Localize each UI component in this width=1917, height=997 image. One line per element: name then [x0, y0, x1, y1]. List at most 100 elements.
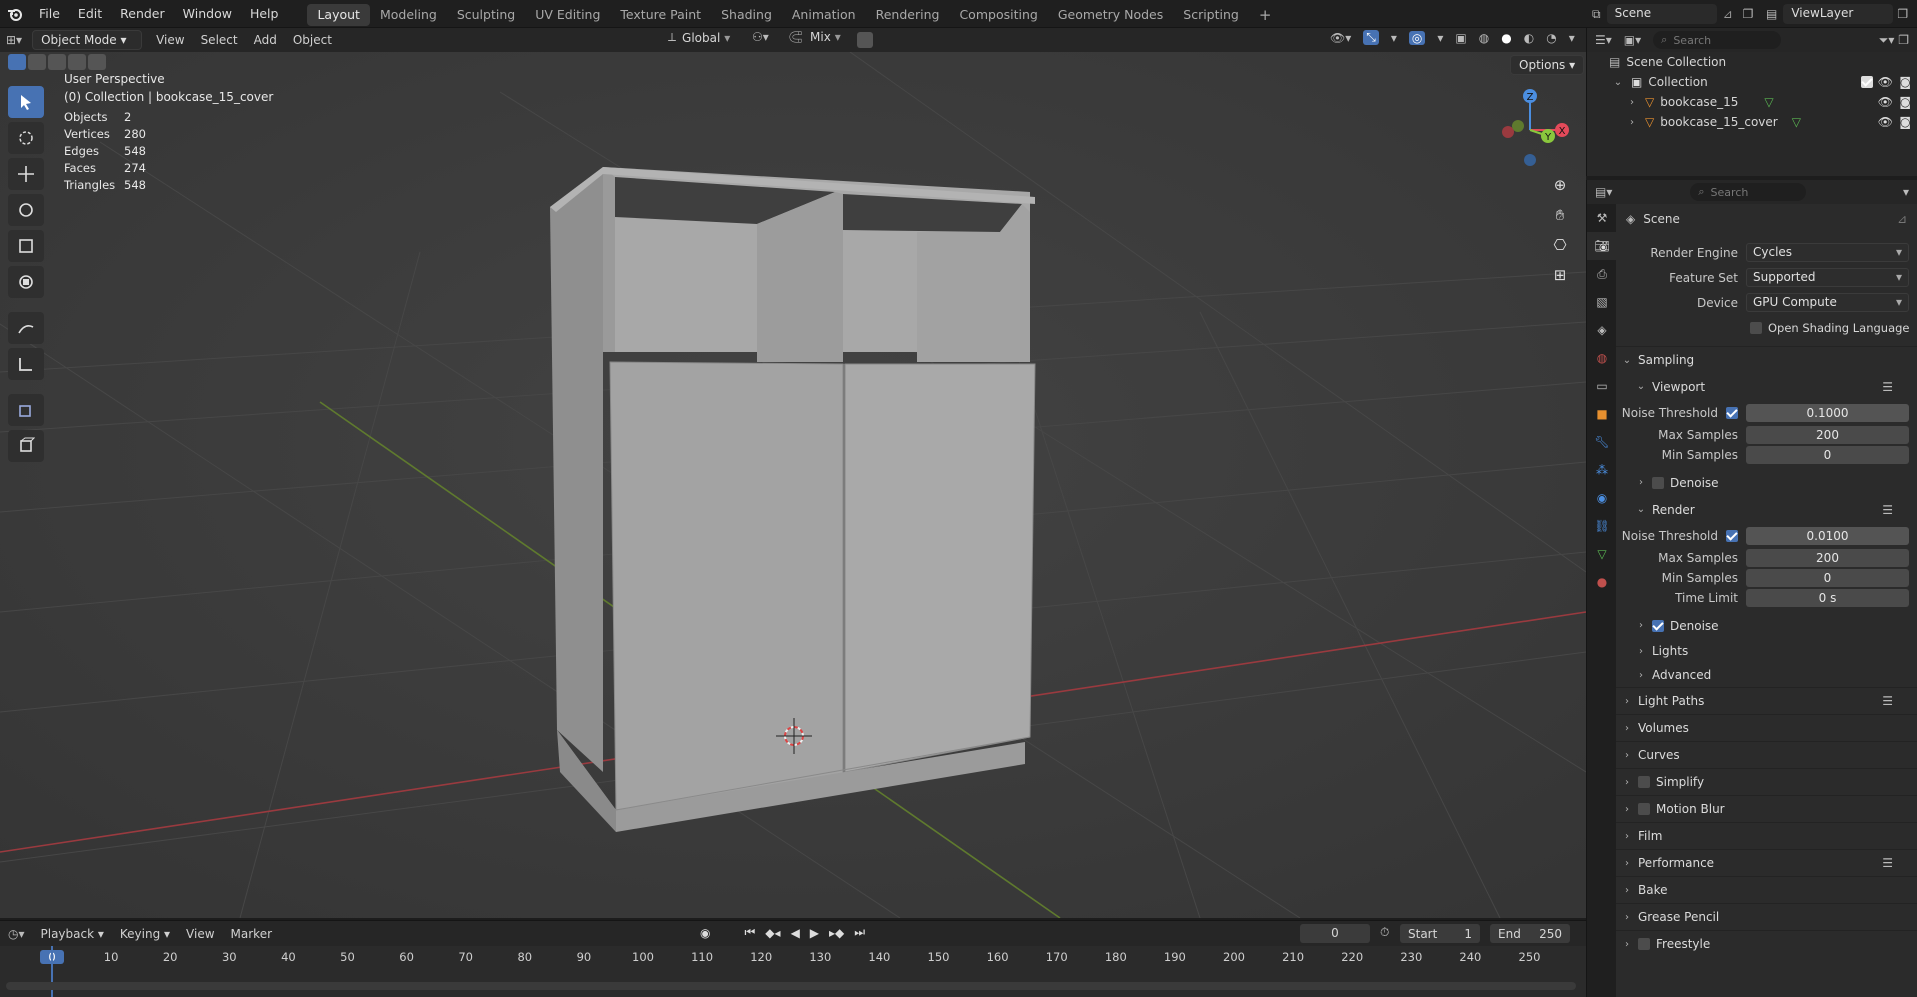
frame-range-icon[interactable]: ⏱ — [1380, 925, 1389, 940]
physics-tab-icon[interactable]: ◉ — [1587, 484, 1617, 512]
world-tab-icon[interactable]: ◍ — [1587, 344, 1617, 372]
freestyle-panel-header[interactable]: › Freestyle — [1616, 930, 1917, 957]
time-limit-field[interactable]: 0 s — [1746, 589, 1909, 607]
render-tab-icon[interactable]: 📷︎ — [1587, 232, 1617, 260]
camera-view-icon[interactable]: ⎔ — [1545, 230, 1575, 260]
expand-chevron-icon[interactable]: › — [1625, 97, 1639, 108]
filter-icon[interactable]: ⏷▾ ❐ — [1871, 33, 1917, 48]
render-engine-dropdown[interactable]: Cycles ▾ — [1746, 243, 1909, 262]
view-layer-selector[interactable]: ▤ ViewLayer ❐ — [1760, 3, 1912, 25]
device-dropdown[interactable]: GPU Compute ▾ — [1746, 293, 1909, 312]
overlay-dropdown-icon[interactable]: ▾ — [1437, 31, 1443, 45]
viewport-max-samples-field[interactable]: 200 — [1746, 426, 1909, 444]
timeline-menu-view[interactable]: View — [178, 927, 222, 941]
render-camera-icon[interactable]: ◙ — [1899, 75, 1911, 89]
render-max-samples-field[interactable]: 200 — [1746, 549, 1909, 567]
new-view-layer-icon[interactable]: ❐ — [1893, 7, 1912, 21]
gizmo-neg-z[interactable] — [1524, 154, 1536, 166]
proportional-edit-icon[interactable] — [857, 32, 873, 48]
film-panel-header[interactable]: › Film — [1616, 822, 1917, 849]
outliner-editor-icon[interactable]: ☰▾ — [1587, 33, 1620, 47]
render-camera-icon[interactable]: ◙ — [1899, 95, 1911, 109]
pivot-point-icon[interactable]: ⚇▾ — [752, 30, 769, 44]
simplify-checkbox[interactable] — [1638, 776, 1650, 788]
navigation-gizmo[interactable]: Z X Y — [1490, 86, 1570, 166]
view-layer-field[interactable]: ViewLayer — [1783, 4, 1894, 24]
add-workspace-icon[interactable]: + — [1249, 4, 1282, 26]
timeline-scrollbar[interactable] — [6, 982, 1576, 990]
start-frame-field[interactable]: Start 1 — [1400, 924, 1480, 943]
jump-start-icon[interactable]: ⏮ — [744, 925, 755, 940]
visibility-eye-icon[interactable]: 👁︎ — [1878, 115, 1893, 129]
annotate-tool-icon[interactable] — [8, 312, 44, 344]
menu-edit[interactable]: Edit — [69, 0, 111, 28]
ortho-toggle-icon[interactable]: ⊞ — [1545, 260, 1575, 290]
tab-animation[interactable]: Animation — [782, 4, 866, 26]
tab-compositing[interactable]: Compositing — [949, 4, 1047, 26]
move-tool-icon[interactable] — [8, 158, 44, 190]
blender-logo-icon[interactable] — [0, 7, 30, 21]
menu-help[interactable]: Help — [241, 0, 288, 28]
xray-icon[interactable]: ▣ — [1455, 31, 1466, 45]
snap-icon[interactable]: 🧲︎ — [788, 30, 803, 44]
object-mode-dropdown[interactable]: Object Mode ▾ — [32, 30, 143, 50]
motion-blur-panel-header[interactable]: › Motion Blur — [1616, 795, 1917, 822]
modifier-tab-icon[interactable]: 🔧︎ — [1587, 428, 1617, 456]
tab-modeling[interactable]: Modeling — [370, 4, 447, 26]
view-layer-tab-icon[interactable]: ▧ — [1587, 288, 1617, 316]
next-keyframe-icon[interactable]: ▸◆ — [829, 926, 844, 940]
select-box-tool-icon[interactable] — [8, 86, 44, 118]
presets-list-icon[interactable]: ☰ — [1882, 380, 1893, 394]
select-subtract-icon[interactable] — [48, 54, 66, 70]
auto-keying-icon[interactable]: ◉ — [700, 926, 710, 940]
tab-shading[interactable]: Shading — [711, 4, 782, 26]
new-scene-icon[interactable]: ❐ — [1739, 7, 1758, 21]
select-invert-icon[interactable] — [68, 54, 86, 70]
menu-window[interactable]: Window — [174, 0, 241, 28]
material-shading-icon[interactable]: ◐ — [1524, 31, 1534, 45]
gizmo-neg-x[interactable] — [1502, 126, 1514, 138]
properties-search-input[interactable]: ⌕ Search — [1690, 183, 1807, 201]
tab-sculpting[interactable]: Sculpting — [447, 4, 525, 26]
motion-blur-checkbox[interactable] — [1638, 803, 1650, 815]
simplify-panel-header[interactable]: › Simplify — [1616, 768, 1917, 795]
tab-geometry-nodes[interactable]: Geometry Nodes — [1048, 4, 1173, 26]
solid-shading-icon[interactable]: ● — [1501, 31, 1511, 45]
bake-panel-header[interactable]: › Bake — [1616, 876, 1917, 903]
collection-exclude-checkbox[interactable] — [1861, 76, 1873, 88]
menu-render[interactable]: Render — [111, 0, 174, 28]
feature-set-dropdown[interactable]: Supported ▾ — [1746, 268, 1909, 287]
select-intersect-icon[interactable] — [88, 54, 106, 70]
rotate-tool-icon[interactable] — [8, 194, 44, 226]
expand-chevron-icon[interactable]: › — [1625, 117, 1639, 128]
visibility-icon[interactable]: 👁︎▾ — [1330, 31, 1351, 45]
cursor-tool-icon[interactable] — [8, 122, 44, 154]
zoom-icon[interactable]: ⊕ — [1545, 170, 1575, 200]
presets-list-icon[interactable]: ☰ — [1882, 856, 1893, 870]
current-frame-field[interactable]: 0 — [1300, 924, 1370, 943]
volumes-panel-header[interactable]: › Volumes — [1616, 714, 1917, 741]
timeline-menu-marker[interactable]: Marker — [223, 927, 280, 941]
presets-list-icon[interactable]: ☰ — [1882, 694, 1893, 708]
options-dropdown[interactable]: Options ▾ — [1510, 55, 1585, 75]
visibility-eye-icon[interactable]: 👁︎ — [1878, 95, 1893, 109]
timeline-area[interactable]: 0102030405060708090100110120130140150160… — [0, 946, 1586, 997]
viewport-menu-add[interactable]: Add — [246, 33, 285, 47]
tab-layout[interactable]: Layout — [307, 4, 370, 26]
sampling-panel-header[interactable]: ⌄ Sampling — [1616, 346, 1917, 373]
object-tab-icon[interactable]: ■ — [1587, 400, 1617, 428]
play-icon[interactable]: ▶ — [810, 926, 819, 940]
jump-end-icon[interactable]: ⏭ — [854, 925, 865, 940]
transform-tool-icon[interactable] — [8, 266, 44, 298]
performance-panel-header[interactable]: › Performance ☰ — [1616, 849, 1917, 876]
editor-type-icon[interactable]: ⊞▾ — [0, 33, 28, 47]
render-camera-icon[interactable]: ◙ — [1899, 115, 1911, 129]
lights-subpanel-header[interactable]: › Lights — [1616, 639, 1917, 663]
select-extend-icon[interactable] — [28, 54, 46, 70]
bookcase-model[interactable] — [550, 167, 1036, 832]
display-mode-icon[interactable]: ▣▾ — [1620, 33, 1645, 47]
freestyle-checkbox[interactable] — [1638, 938, 1650, 950]
tab-texture-paint[interactable]: Texture Paint — [610, 4, 711, 26]
light-paths-panel-header[interactable]: › Light Paths ☰ — [1616, 687, 1917, 714]
timeline-menu-keying[interactable]: Keying ▾ — [112, 927, 178, 941]
